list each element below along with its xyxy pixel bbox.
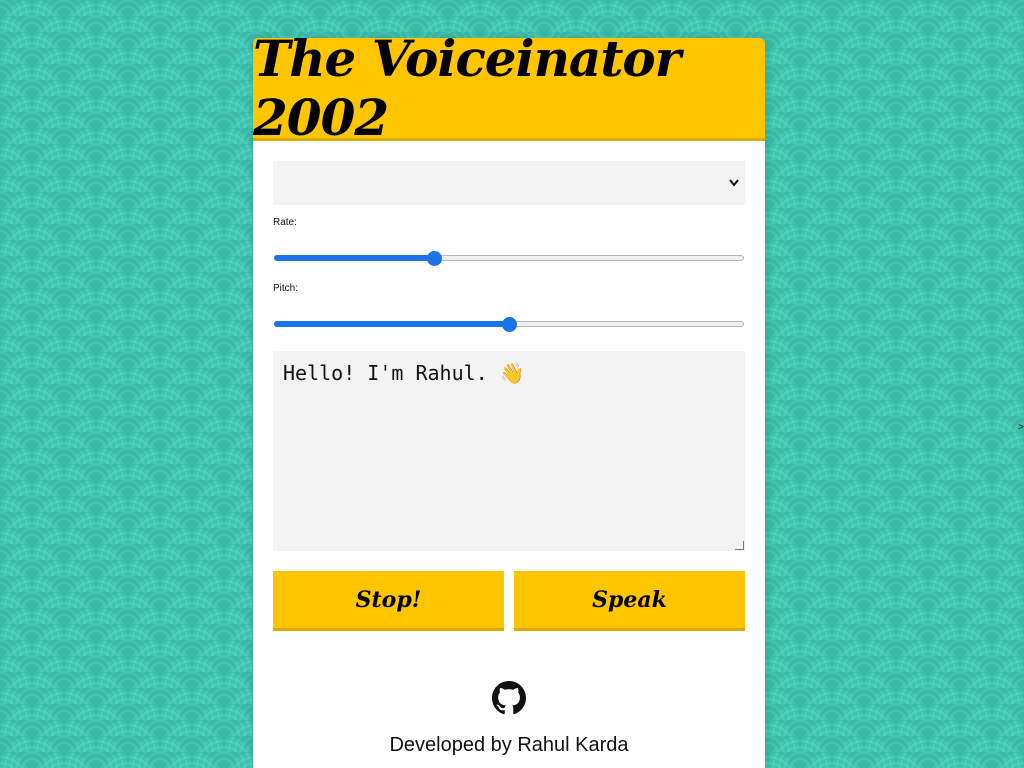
message-textarea[interactable]: Hello! I'm Rahul. 👋 — [273, 351, 745, 551]
waving-hand-icon: 👋 — [499, 361, 525, 385]
github-icon[interactable] — [492, 681, 526, 715]
resize-handle[interactable] — [735, 541, 744, 550]
app-header: The Voiceinator 2002 — [253, 29, 765, 147]
footer: Developed by Rahul Karda — [273, 681, 745, 757]
message-text: Hello! I'm Rahul. — [283, 361, 488, 385]
chevron-down-icon — [729, 174, 739, 190]
rate-slider[interactable] — [273, 243, 745, 271]
pitch-thumb[interactable] — [502, 317, 517, 332]
voiceinator-card: The Voiceinator 2002 Rate: Pitch: Hello!… — [253, 29, 765, 768]
edge-chevron: > — [1018, 422, 1024, 433]
rate-thumb[interactable] — [426, 251, 442, 266]
pitch-slider[interactable] — [273, 309, 745, 337]
button-row: Stop! Speak — [273, 571, 745, 631]
rate-fill — [274, 255, 434, 261]
rate-label: Rate: — [273, 217, 297, 228]
main-content: Rate: Pitch: Hello! I'm Rahul. 👋 Stop! S… — [253, 141, 765, 757]
pitch-fill — [274, 321, 509, 327]
developer-credit: Developed by Rahul Karda — [389, 734, 629, 756]
stop-button[interactable]: Stop! — [273, 571, 504, 631]
voice-select[interactable] — [273, 161, 745, 205]
pitch-label: Pitch: — [273, 283, 299, 294]
speak-button[interactable]: Speak — [514, 571, 745, 631]
app-title: The Voiceinator 2002 — [253, 29, 681, 147]
